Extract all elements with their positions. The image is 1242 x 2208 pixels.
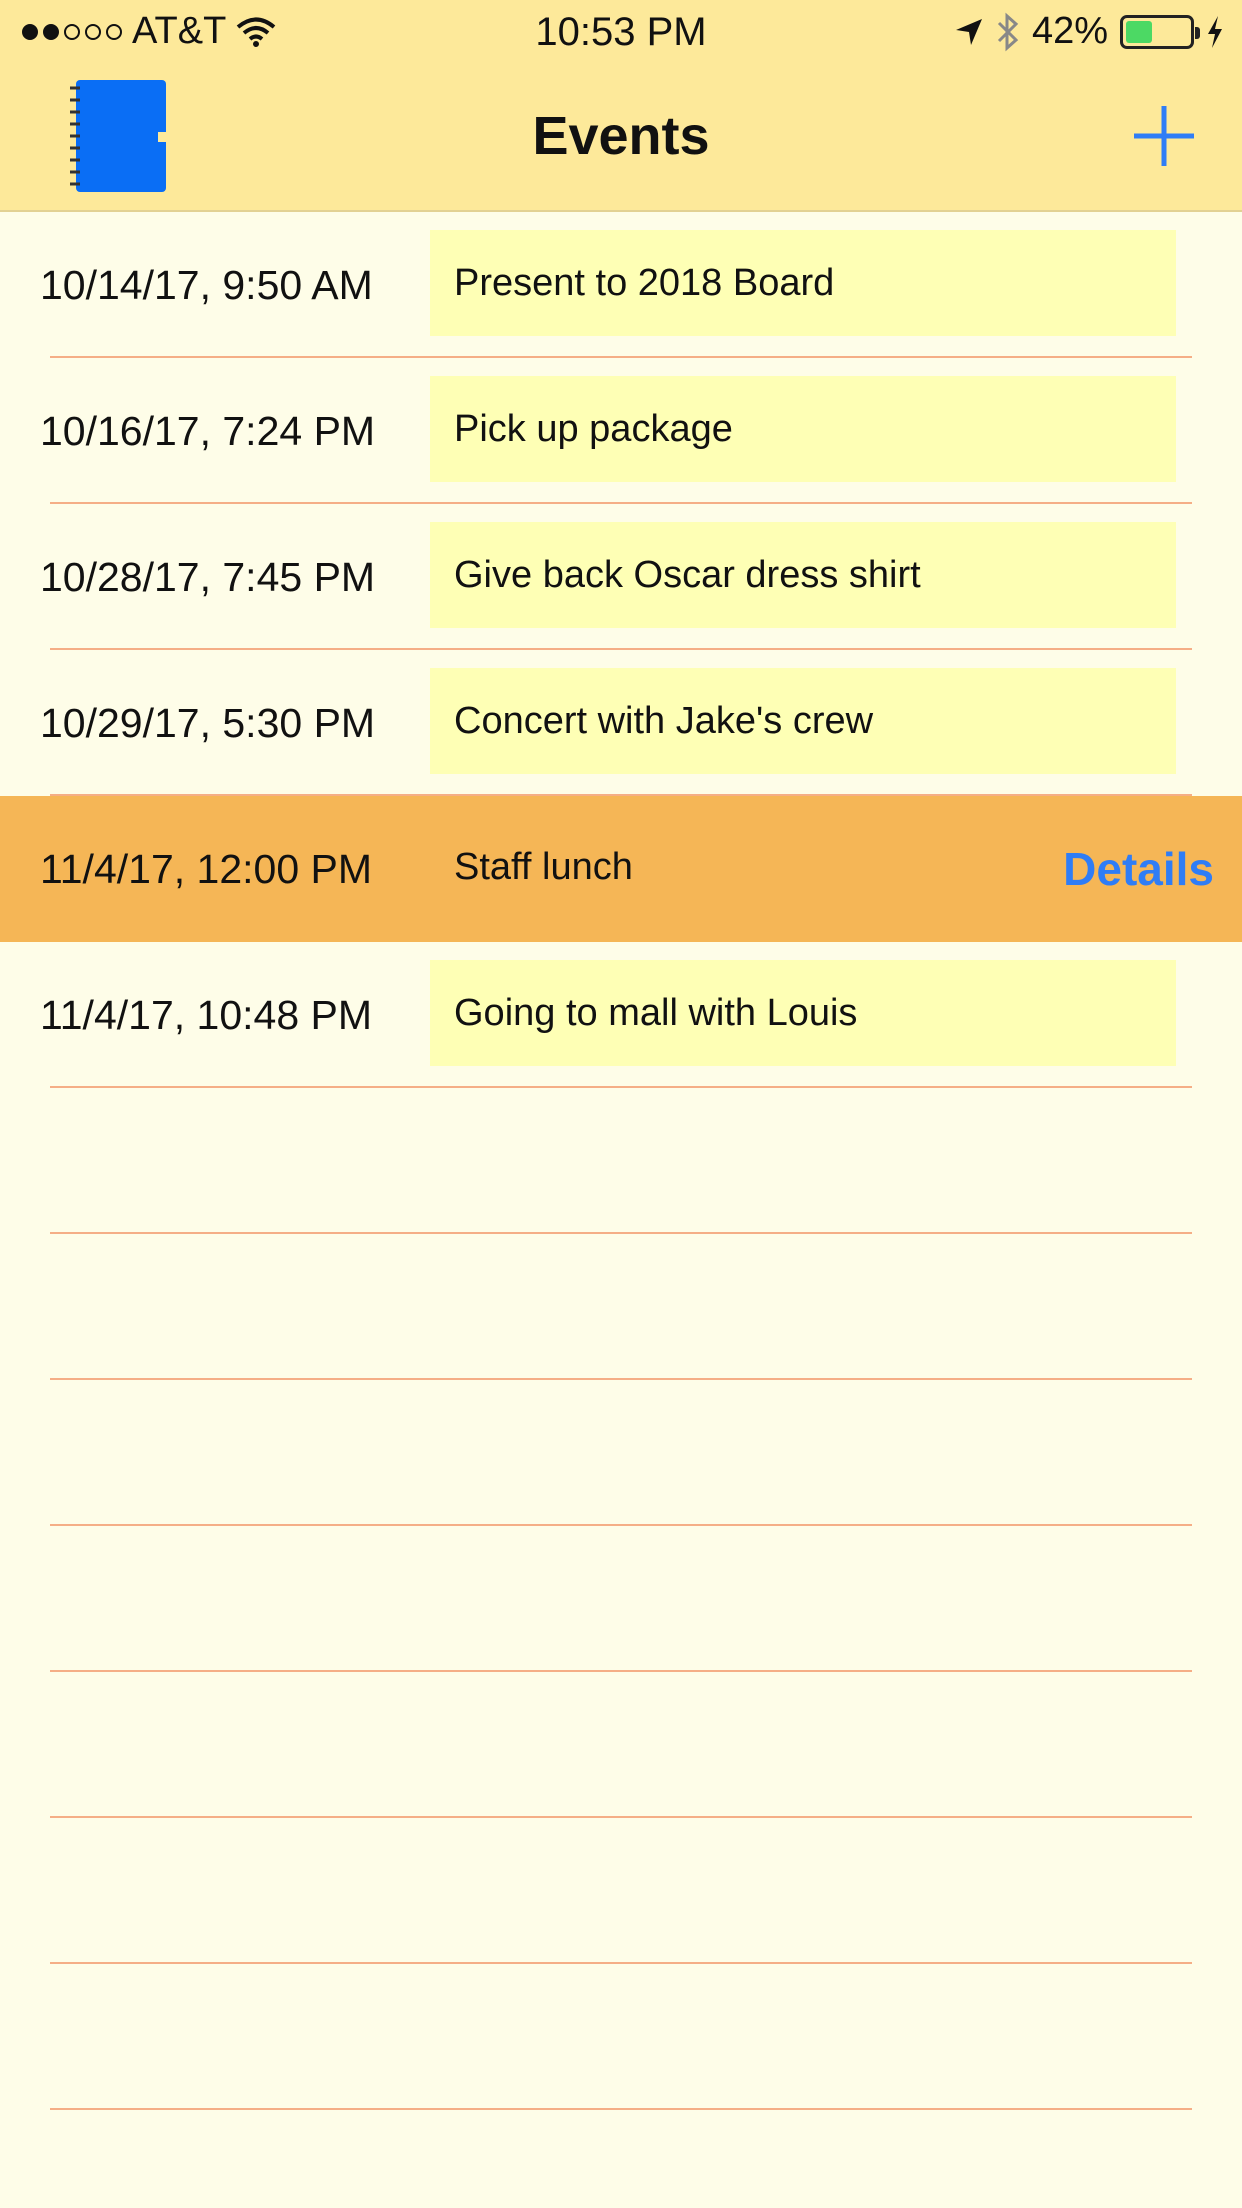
plus-icon: [1134, 106, 1194, 166]
battery-percent: 42%: [1031, 10, 1108, 52]
event-title[interactable]: Give back Oscar dress shirt: [430, 522, 1176, 628]
empty-row: [0, 1234, 1242, 1380]
event-row[interactable]: 10/16/17, 7:24 PM Pick up package: [0, 358, 1242, 504]
details-button[interactable]: Details: [1063, 796, 1214, 942]
event-date: 11/4/17, 10:48 PM: [40, 992, 373, 1038]
event-row[interactable]: 10/29/17, 5:30 PM Concert with Jake's cr…: [0, 650, 1242, 796]
location-arrow-icon: [955, 18, 982, 45]
empty-row: [0, 1818, 1242, 1964]
charging-bolt-icon: [1208, 15, 1222, 48]
empty-row: [0, 1380, 1242, 1526]
event-date: 10/29/17, 5:30 PM: [40, 700, 376, 746]
empty-row: [0, 1088, 1242, 1234]
status-bar: AT&T 10:53 PM 42%: [0, 0, 1242, 66]
empty-row: [0, 2110, 1242, 2208]
empty-row: [0, 1526, 1242, 1672]
empty-row: [0, 1672, 1242, 1818]
add-event-button[interactable]: [1128, 100, 1200, 172]
event-title[interactable]: Present to 2018 Board: [430, 230, 1176, 336]
events-list: 10/14/17, 9:50 AM Present to 2018 Board …: [0, 212, 1242, 2208]
event-date: 10/16/17, 7:24 PM: [40, 408, 376, 454]
event-row[interactable]: 11/4/17, 10:48 PM Going to mall with Lou…: [0, 942, 1242, 1088]
event-date: 10/14/17, 9:50 AM: [40, 262, 373, 308]
event-title[interactable]: Going to mall with Louis: [430, 960, 1176, 1066]
event-date: 11/4/17, 12:00 PM: [40, 846, 373, 892]
empty-row: [0, 1964, 1242, 2110]
battery-icon: [1120, 14, 1200, 49]
navigation-bar: AT&T 10:53 PM 42% Events: [0, 0, 1242, 212]
event-row[interactable]: 10/28/17, 7:45 PM Give back Oscar dress …: [0, 504, 1242, 650]
event-title[interactable]: Concert with Jake's crew: [430, 668, 1176, 774]
event-row-selected[interactable]: 11/4/17, 12:00 PM Staff lunch Details: [0, 796, 1242, 942]
event-title[interactable]: Pick up package: [430, 376, 1176, 482]
event-date: 10/28/17, 7:45 PM: [40, 554, 376, 600]
bluetooth-icon: [997, 12, 1019, 51]
page-title: Events: [532, 106, 710, 166]
event-row[interactable]: 10/14/17, 9:50 AM Present to 2018 Board: [0, 212, 1242, 358]
status-right: 42%: [954, 10, 1224, 53]
